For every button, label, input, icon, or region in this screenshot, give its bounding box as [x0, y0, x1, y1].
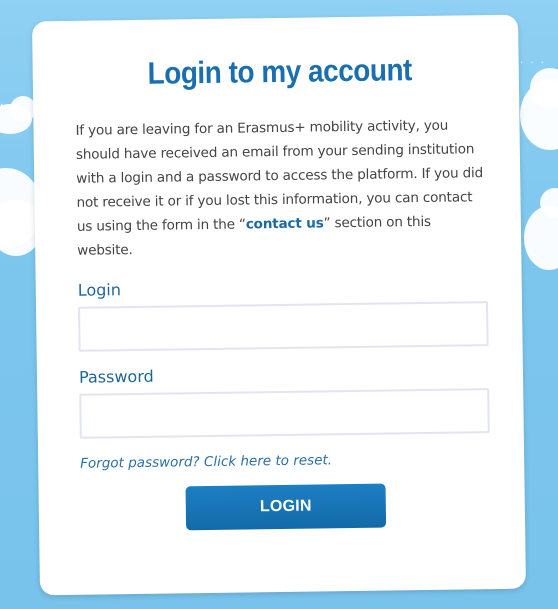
- login-input[interactable]: [78, 301, 489, 352]
- dotted-trail-left: · · ·: [0, 100, 26, 111]
- password-label: Password: [78, 366, 154, 387]
- login-label: Login: [77, 280, 122, 300]
- forgot-password-link[interactable]: Forgot password? Click here to reset.: [80, 450, 490, 472]
- password-input[interactable]: [79, 388, 490, 439]
- intro-text: If you are leaving for an Erasmus+ mobil…: [75, 113, 487, 263]
- page-title: Login to my account: [147, 52, 413, 91]
- login-card-content: Login to my account If you are leaving f…: [75, 51, 492, 532]
- login-button[interactable]: LOGIN: [185, 483, 387, 531]
- contact-us-link[interactable]: contact us: [246, 215, 324, 232]
- login-card: Login to my account If you are leaving f…: [32, 14, 526, 596]
- dotted-trail-right: · · ·: [520, 58, 546, 69]
